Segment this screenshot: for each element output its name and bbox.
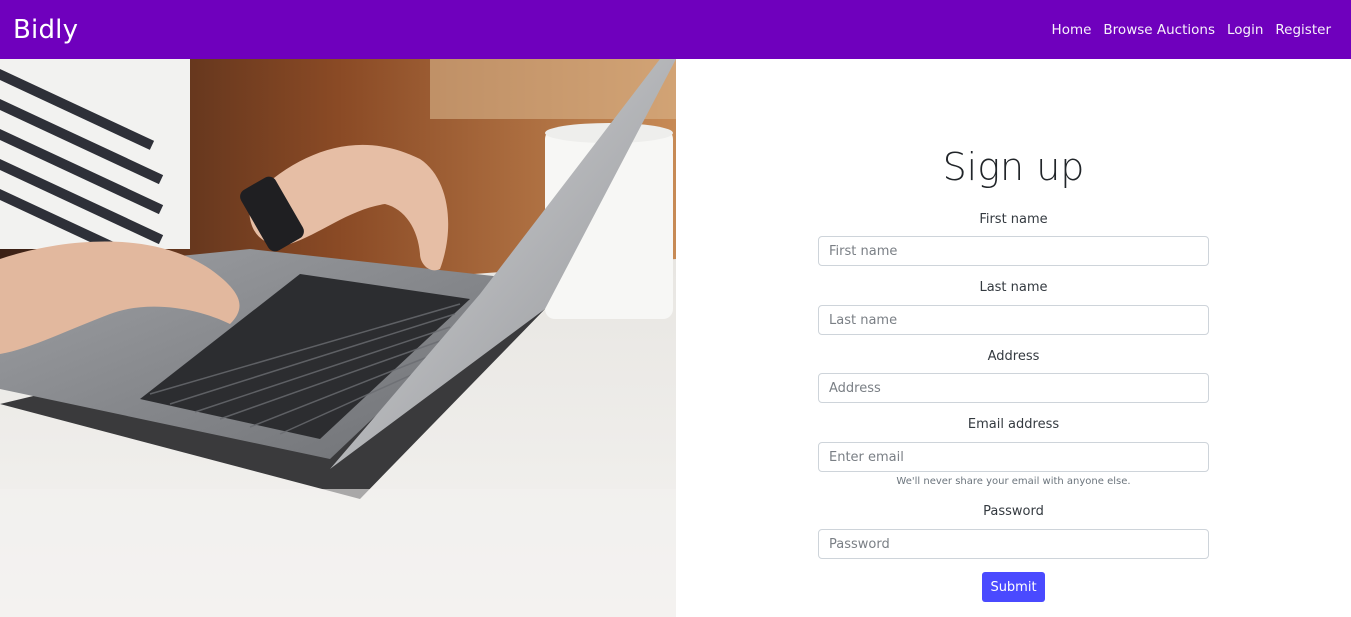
nav-links: Home Browse Auctions Login Register	[1046, 22, 1331, 38]
top-navbar: Bidly Home Browse Auctions Login Registe…	[0, 0, 1351, 59]
password-input[interactable]	[818, 529, 1209, 559]
nav-home-link[interactable]: Home	[1046, 22, 1098, 38]
first-name-input[interactable]	[818, 236, 1209, 266]
address-label: Address	[987, 349, 1040, 364]
submit-button[interactable]: Submit	[982, 572, 1045, 602]
email-help-text: We'll never share your email with anyone…	[896, 476, 1131, 487]
first-name-label: First name	[979, 212, 1048, 227]
nav-login-link[interactable]: Login	[1221, 22, 1269, 38]
email-label: Email address	[967, 417, 1060, 432]
address-input[interactable]	[818, 373, 1209, 403]
last-name-input[interactable]	[818, 305, 1209, 335]
page-title: Sign up	[942, 145, 1085, 189]
nav-register-link[interactable]: Register	[1269, 22, 1331, 38]
password-label: Password	[983, 504, 1044, 519]
email-input[interactable]	[818, 442, 1209, 472]
brand-logo[interactable]: Bidly	[13, 15, 78, 45]
hero-laptop-photo	[0, 59, 676, 617]
last-name-label: Last name	[979, 280, 1048, 295]
signup-form-panel: Sign up First name Last name Address Ema…	[676, 59, 1351, 617]
nav-browse-auctions-link[interactable]: Browse Auctions	[1097, 22, 1221, 38]
